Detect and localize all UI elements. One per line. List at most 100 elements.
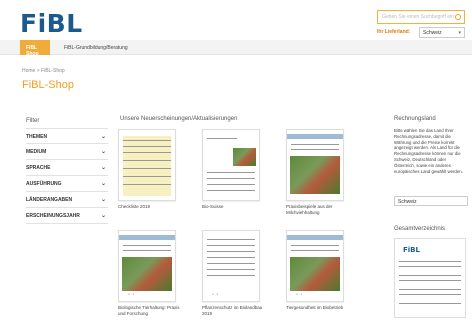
- chevron-down-icon: ⌄: [100, 149, 106, 155]
- cover-photo: [290, 156, 340, 194]
- product-card[interactable]: Praxisbeispiele aus der Milchviehhaltung: [286, 129, 350, 215]
- text-line: [123, 152, 171, 153]
- text-line: [123, 245, 171, 246]
- catalog-heading: Gesamtverzeichnis: [394, 226, 446, 232]
- cover-photo: [122, 257, 172, 291]
- text-line: [399, 280, 461, 281]
- filter-item-medium[interactable]: MEDIUM ⌄: [26, 144, 108, 160]
- product-title[interactable]: Biologische Tierhaltung: Praxis und Fors…: [118, 305, 182, 316]
- filter-item-ausfuehrung[interactable]: AUSFÜHRUNG ⌄: [26, 176, 108, 192]
- document-page-image: [123, 136, 171, 196]
- text-line: [207, 269, 255, 270]
- text-line: [399, 303, 461, 304]
- delivery-country-select[interactable]: Schweiz ▾: [419, 27, 465, 38]
- catalog-cover-image[interactable]: FiBL: [394, 238, 466, 318]
- delivery-country-value: Schweiz: [423, 30, 442, 36]
- text-line: [123, 146, 171, 147]
- text-line: [123, 140, 171, 141]
- filter-label: LÄNDERANGABEN: [26, 197, 73, 203]
- filter-item-sprache[interactable]: SPRACHE ⌄: [26, 160, 108, 176]
- filter-label: ERSCHEINUNGSJAHR: [26, 213, 80, 219]
- product-card[interactable]: Bio-Suisse: [202, 129, 266, 210]
- filter-item-themen[interactable]: THEMEN ⌄: [26, 128, 108, 144]
- text-line: [399, 294, 461, 295]
- billing-country-info: Bitte wählen Sie das Land Ihrer Rechnung…: [394, 128, 463, 174]
- chevron-down-icon: ⌄: [100, 165, 106, 171]
- product-cover-image[interactable]: ◔ ◔: [118, 230, 176, 302]
- text-line: [123, 250, 171, 251]
- product-card[interactable]: Checkliste 2019: [118, 129, 182, 210]
- delivery-country-row: Ihr Lieferland: Schweiz ▾: [377, 27, 465, 38]
- product-cover-image[interactable]: ◔ ◔: [286, 230, 344, 302]
- filter-list: THEMEN ⌄ MEDIUM ⌄ SPRACHE ⌄ AUSFÜHRUNG ⌄ LÄN…: [26, 128, 108, 224]
- text-line: [207, 184, 255, 185]
- search-placeholder: Geben Sie einen Suchbegriff ein: [382, 14, 454, 20]
- chevron-down-icon: ⌄: [100, 213, 106, 219]
- share-icons[interactable]: ◔ ◔: [127, 292, 134, 298]
- text-line: [207, 138, 237, 139]
- chevron-down-icon: ⌄: [100, 181, 106, 187]
- search-icon[interactable]: [455, 14, 461, 20]
- text-line: [207, 263, 255, 264]
- text-line: [291, 144, 339, 145]
- product-cover-image[interactable]: [202, 129, 260, 201]
- product-title[interactable]: Pflanzenschutz im Biolandbau 2019: [202, 305, 266, 316]
- text-line: [207, 190, 255, 191]
- filter-label: AUSFÜHRUNG: [26, 181, 62, 187]
- text-line: [399, 266, 461, 267]
- billing-country-value: Schweiz: [398, 199, 417, 205]
- text-line: [207, 178, 255, 179]
- product-card[interactable]: ◔ ◔ Biologische Tierhaltung: Praxis und …: [118, 230, 182, 316]
- section-title: Unsere Neuerscheinungen/Aktualisierungen: [120, 116, 238, 122]
- breadcrumb[interactable]: Home > FiBL-Shop: [22, 68, 65, 74]
- main-navigation: FiBL Shop FiBL-Grundbildung/Beratung: [0, 40, 472, 57]
- chevron-down-icon: ⌄: [100, 197, 106, 203]
- text-line: [207, 275, 255, 276]
- text-line: [123, 160, 171, 161]
- cover-header-bar: [287, 134, 343, 139]
- filter-label: SPRACHE: [26, 165, 51, 171]
- text-line: [291, 149, 339, 150]
- filter-heading: Filter: [26, 118, 40, 124]
- product-cover-image[interactable]: [286, 129, 344, 201]
- text-line: [123, 176, 171, 177]
- page-title: FiBL-Shop: [22, 79, 74, 91]
- chevron-down-icon: ⌄: [100, 134, 106, 140]
- search-input[interactable]: Geben Sie einen Suchbegriff ein: [377, 10, 465, 24]
- filter-label: THEMEN: [26, 134, 48, 140]
- fibl-logo[interactable]: FiBL: [20, 9, 83, 38]
- cover-photo: [233, 148, 256, 166]
- text-line: [123, 168, 171, 169]
- share-icons[interactable]: ◔ ◔: [295, 292, 302, 298]
- product-title[interactable]: Checkliste 2019: [118, 204, 182, 210]
- catalog-logo: FiBL: [403, 246, 420, 254]
- text-line: [399, 261, 461, 262]
- product-cover-image[interactable]: ◔ ◔: [202, 230, 260, 302]
- filter-item-erscheinungsjahr[interactable]: ERSCHEINUNGSJAHR ⌄: [26, 208, 108, 224]
- nav-item-grundbildung[interactable]: FiBL-Grundbildung/Beratung: [58, 40, 134, 55]
- delivery-country-label: Ihr Lieferland:: [377, 29, 411, 35]
- nav-item-shop[interactable]: FiBL Shop: [20, 40, 50, 57]
- text-line: [123, 184, 171, 185]
- text-line: [207, 245, 255, 246]
- text-line: [207, 257, 255, 258]
- chevron-down-icon: ▾: [458, 30, 461, 36]
- product-title[interactable]: Tiergesundheit im Biobetrieb: [286, 305, 350, 311]
- cover-header-bar: [287, 235, 343, 240]
- billing-country-heading: Rechnungsland: [394, 116, 436, 122]
- product-card[interactable]: ◔ ◔ Tiergesundheit im Biobetrieb: [286, 230, 350, 311]
- billing-country-select[interactable]: Schweiz: [394, 196, 468, 206]
- text-line: [207, 239, 255, 240]
- product-title[interactable]: Praxisbeispiele aus der Milchviehhaltung: [286, 204, 350, 215]
- filter-item-laenderangaben[interactable]: LÄNDERANGABEN ⌄: [26, 192, 108, 208]
- text-line: [291, 250, 339, 251]
- text-line: [207, 251, 255, 252]
- product-cover-image[interactable]: [118, 129, 176, 201]
- product-card[interactable]: ◔ ◔ Pflanzenschutz im Biolandbau 2019: [202, 230, 266, 316]
- filter-label: MEDIUM: [26, 149, 47, 155]
- cover-photo: [290, 257, 340, 291]
- text-line: [291, 245, 339, 246]
- cover-header-bar: [119, 235, 175, 240]
- product-title[interactable]: Bio-Suisse: [202, 204, 266, 210]
- share-icons[interactable]: ◔ ◔: [211, 292, 218, 298]
